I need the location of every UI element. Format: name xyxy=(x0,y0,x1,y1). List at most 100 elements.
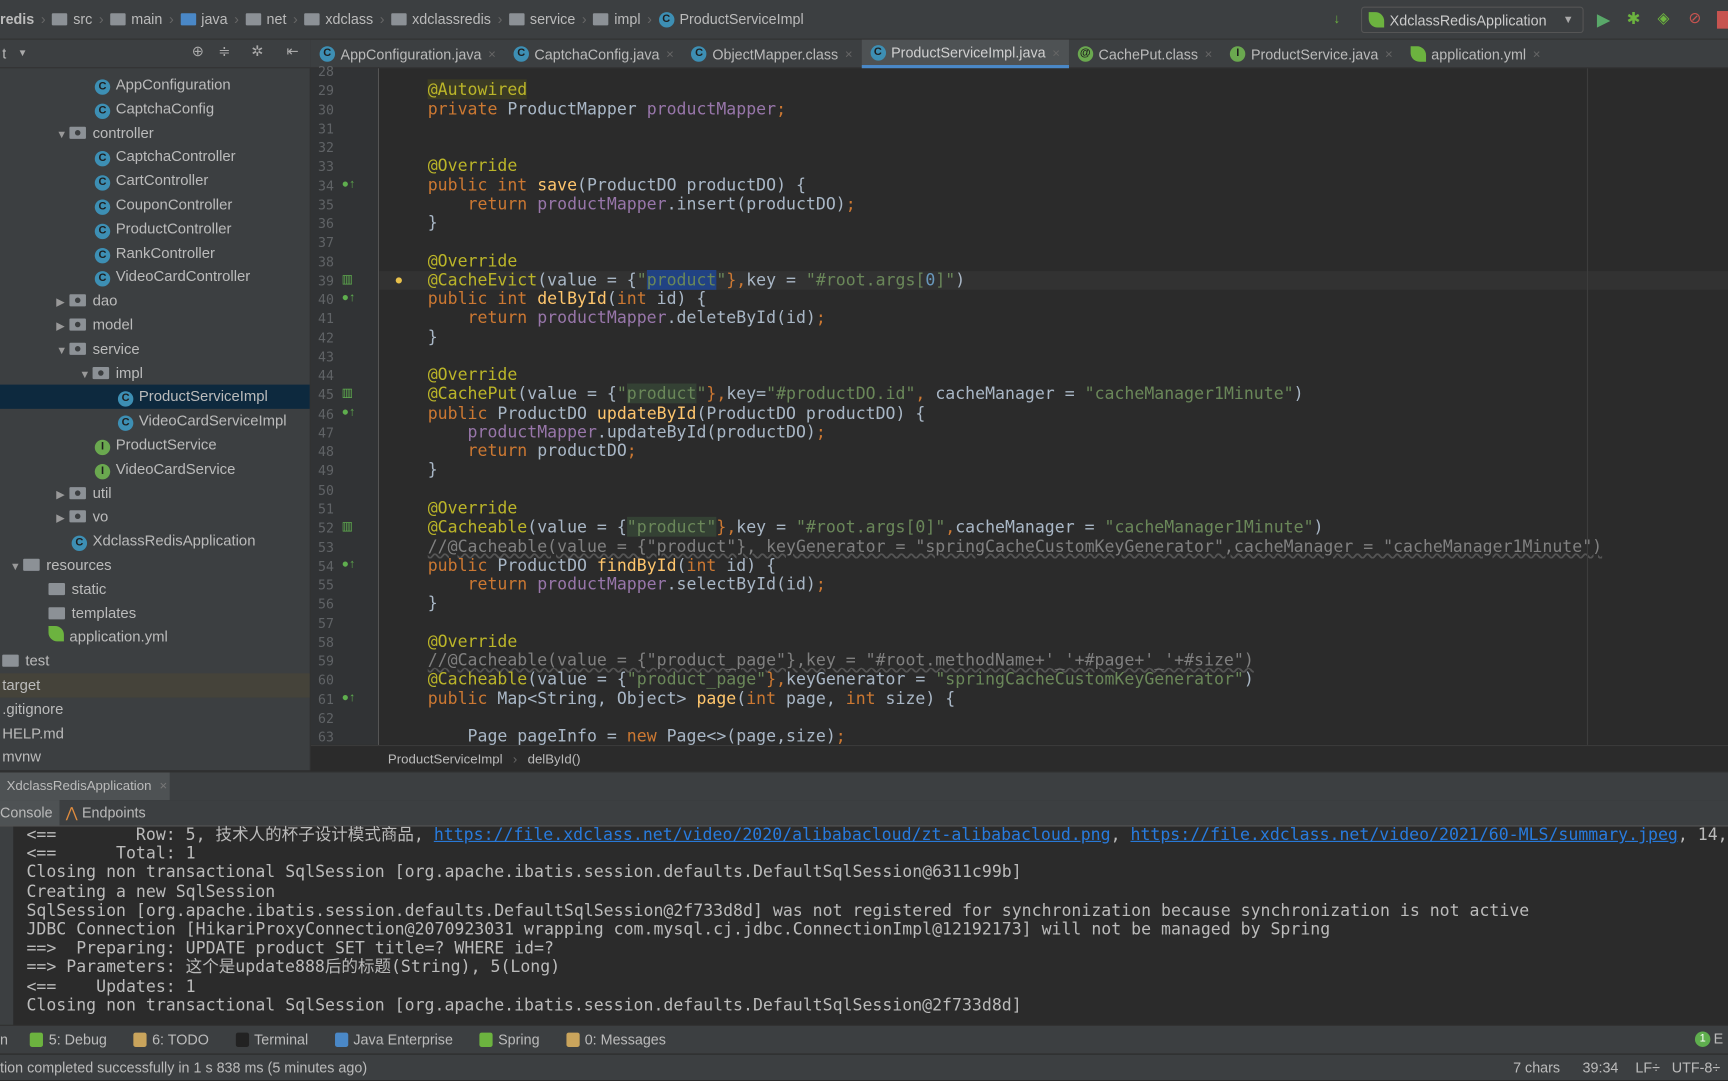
sort-icon[interactable]: ↓ xyxy=(1333,11,1351,29)
breadcrumb-class[interactable]: ProductServiceImpl xyxy=(388,752,503,767)
cache-icon[interactable]: ▥ xyxy=(342,272,353,286)
tab-captchaconfig-java[interactable]: C CaptchaConfig.java × xyxy=(505,40,683,69)
close-icon[interactable]: × xyxy=(1205,46,1213,61)
toolwindow-6-todo[interactable]: 6: TODO xyxy=(133,1032,209,1048)
tree-item[interactable]: I ProductService xyxy=(0,433,310,457)
tab-endpoints[interactable]: ⋀ Endpoints xyxy=(59,800,154,825)
console-output[interactable]: <== Row: 5, 技术人的杯子设计模式商品, https://file.x… xyxy=(0,824,1728,1025)
stop-icon[interactable] xyxy=(1716,11,1728,29)
tree-item[interactable]: HELP.md xyxy=(0,721,310,745)
override-icon[interactable]: ●↑ xyxy=(342,291,355,304)
tree-item[interactable]: C CaptchaConfig xyxy=(0,97,310,121)
breadcrumb-item[interactable]: C ProductServiceImpl xyxy=(658,11,804,28)
breadcrumb-item[interactable]: impl › xyxy=(593,11,652,28)
tab-cacheput-class[interactable]: @ CachePut.class × xyxy=(1069,40,1221,69)
chevron-right-icon[interactable]: ▶ xyxy=(56,507,69,531)
tree-item[interactable]: C XdclassRedisApplication xyxy=(0,529,310,553)
close-icon[interactable]: × xyxy=(666,46,674,61)
coverage-icon[interactable]: ◈ xyxy=(1657,9,1675,27)
tree-item[interactable]: C RankController xyxy=(0,241,310,265)
tree-item[interactable]: static xyxy=(0,577,310,601)
tree-item[interactable]: ▼ resources xyxy=(0,553,310,579)
chevron-right-icon[interactable]: ▶ xyxy=(56,291,69,315)
breadcrumb-item[interactable]: xdclass › xyxy=(304,11,385,28)
tree-item[interactable]: target xyxy=(0,673,310,698)
tree-item[interactable]: C ProductServiceImpl xyxy=(0,385,310,410)
tree-item[interactable]: ▼ controller xyxy=(0,121,310,147)
toolwindow-5-debug[interactable]: 5: Debug xyxy=(30,1032,107,1048)
line-separator[interactable]: LF÷ xyxy=(1635,1055,1660,1081)
chevron-down-icon[interactable]: ▼ xyxy=(18,47,28,58)
project-view-label[interactable]: t xyxy=(2,45,6,62)
console-link[interactable]: https://file.xdclass.net/video/2020/alib… xyxy=(434,824,1111,844)
tab-objectmapper-class[interactable]: C ObjectMapper.class × xyxy=(683,40,862,69)
breadcrumb-method[interactable]: delById() xyxy=(528,752,581,767)
file-encoding[interactable]: UTF-8÷ xyxy=(1672,1055,1720,1081)
tree-item[interactable]: C CouponController xyxy=(0,193,310,217)
chevron-down-icon[interactable]: ▼ xyxy=(56,123,69,147)
tree-item[interactable]: .gitignore xyxy=(0,697,310,721)
code-editor[interactable]: @Autowired private ProductMapper product… xyxy=(379,68,1728,745)
run-tab[interactable]: XdclassRedisApplication × xyxy=(0,772,170,801)
breadcrumb-item[interactable]: net › xyxy=(245,11,298,28)
breadcrumb-item[interactable]: redis › xyxy=(0,11,46,28)
close-icon[interactable]: × xyxy=(1533,46,1541,61)
event-log-button[interactable]: 1 E xyxy=(1694,1030,1723,1047)
debug-icon[interactable]: ✱ xyxy=(1627,9,1645,29)
cache-icon[interactable]: ▥ xyxy=(342,386,353,400)
tree-item[interactable]: test xyxy=(0,649,310,673)
toolwindow-0-messages[interactable]: 0: Messages xyxy=(565,1032,666,1048)
breadcrumb-item[interactable]: service › xyxy=(508,11,587,28)
locate-icon[interactable]: ⊕ xyxy=(192,43,204,61)
close-icon[interactable]: × xyxy=(1385,46,1393,61)
breadcrumb-item[interactable]: java › xyxy=(180,11,239,28)
chevron-down-icon[interactable]: ▼ xyxy=(10,555,23,579)
override-icon[interactable]: ●↑ xyxy=(342,405,355,418)
chevron-down-icon[interactable]: ▼ xyxy=(1563,14,1574,26)
breadcrumb-item[interactable]: xdclassredis › xyxy=(391,11,502,28)
chevron-down-icon[interactable]: ▼ xyxy=(56,339,69,363)
toolwindow-java-enterprise[interactable]: Java Enterprise xyxy=(334,1032,453,1048)
close-icon[interactable]: × xyxy=(160,778,168,793)
close-icon[interactable]: × xyxy=(488,46,496,61)
close-icon[interactable]: × xyxy=(1052,45,1060,60)
tree-item[interactable]: ▶ util xyxy=(0,481,310,507)
tree-item[interactable]: ▶ model xyxy=(0,313,310,339)
tab-console[interactable]: Console xyxy=(0,800,60,826)
tab-productservice-java[interactable]: I ProductService.java × xyxy=(1221,40,1401,69)
chevron-right-icon[interactable]: ▶ xyxy=(56,315,69,339)
lightbulb-icon[interactable]: ● xyxy=(395,271,404,288)
tree-item[interactable]: ▶ vo xyxy=(0,505,310,531)
run-icon[interactable]: ▶ xyxy=(1597,9,1615,30)
toolwindow-n[interactable]: n xyxy=(0,1032,8,1049)
run-config-dropdown[interactable]: XdclassRedisApplication ▼ xyxy=(1361,6,1584,34)
tree-item[interactable]: C ProductController xyxy=(0,217,310,241)
tree-item[interactable]: ▼ impl xyxy=(0,361,310,387)
close-icon[interactable]: × xyxy=(845,46,853,61)
tree-item[interactable]: C VideoCardController xyxy=(0,265,310,289)
override-icon[interactable]: ●↑ xyxy=(342,177,355,190)
tree-item[interactable]: C VideoCardServiceImpl xyxy=(0,409,310,433)
caret-position[interactable]: 39:34 xyxy=(1583,1055,1619,1081)
override-icon[interactable]: ●↑ xyxy=(342,557,355,570)
profiler-icon[interactable]: ⊘ xyxy=(1688,9,1706,27)
chevron-down-icon[interactable]: ▼ xyxy=(79,363,92,387)
tab-productserviceimpl-java[interactable]: C ProductServiceImpl.java × xyxy=(861,39,1069,69)
tree-item[interactable]: C CartController xyxy=(0,169,310,193)
cache-icon[interactable]: ▥ xyxy=(342,519,353,533)
gear-icon[interactable]: ✲ xyxy=(251,43,263,61)
tree-item[interactable]: C CaptchaController xyxy=(0,145,310,169)
tree-item[interactable]: mvnw xyxy=(0,745,310,769)
chevron-right-icon[interactable]: ▶ xyxy=(56,483,69,507)
collapse-icon[interactable]: ≑ xyxy=(218,43,230,61)
tree-item[interactable]: templates xyxy=(0,601,310,625)
override-icon[interactable]: ●↑ xyxy=(342,691,355,704)
toolwindow-terminal[interactable]: Terminal xyxy=(235,1032,308,1048)
tab-appconfiguration-java[interactable]: C AppConfiguration.java × xyxy=(311,40,505,69)
tab-application-yml[interactable]: application.yml × xyxy=(1402,40,1550,69)
console-link[interactable]: https://file.xdclass.net/video/2021/60-M… xyxy=(1130,824,1677,844)
tree-item[interactable]: C AppConfiguration xyxy=(0,73,310,97)
breadcrumb-item[interactable]: main › xyxy=(110,11,174,28)
toolwindow-spring[interactable]: Spring xyxy=(479,1032,540,1048)
tree-item[interactable]: ▶ dao xyxy=(0,289,310,315)
